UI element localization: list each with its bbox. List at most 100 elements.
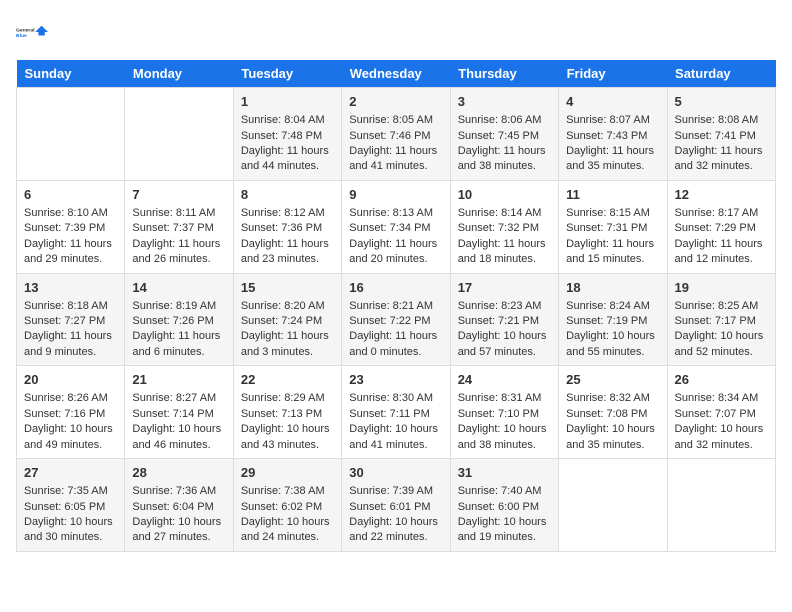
sunset-text: Sunset: 7:21 PM <box>458 314 551 329</box>
sunrise-text: Sunrise: 8:24 AM <box>566 299 659 314</box>
daylight-text: Daylight: 11 hours and 20 minutes. <box>349 237 442 268</box>
calendar-cell: 5Sunrise: 8:08 AMSunset: 7:41 PMDaylight… <box>667 88 775 181</box>
calendar-cell: 19Sunrise: 8:25 AMSunset: 7:17 PMDayligh… <box>667 273 775 366</box>
daylight-text: Daylight: 10 hours and 43 minutes. <box>241 422 334 453</box>
sunset-text: Sunset: 7:13 PM <box>241 407 334 422</box>
day-number: 9 <box>349 186 442 204</box>
calendar-cell: 9Sunrise: 8:13 AMSunset: 7:34 PMDaylight… <box>342 180 450 273</box>
calendar-cell: 16Sunrise: 8:21 AMSunset: 7:22 PMDayligh… <box>342 273 450 366</box>
daylight-text: Daylight: 10 hours and 55 minutes. <box>566 329 659 360</box>
week-row-1: 1Sunrise: 8:04 AMSunset: 7:48 PMDaylight… <box>17 88 776 181</box>
calendar-cell: 6Sunrise: 8:10 AMSunset: 7:39 PMDaylight… <box>17 180 125 273</box>
daylight-text: Daylight: 10 hours and 24 minutes. <box>241 515 334 546</box>
calendar-cell <box>125 88 233 181</box>
daylight-text: Daylight: 10 hours and 57 minutes. <box>458 329 551 360</box>
day-number: 29 <box>241 464 334 482</box>
sunset-text: Sunset: 7:48 PM <box>241 129 334 144</box>
sunrise-text: Sunrise: 8:04 AM <box>241 113 334 128</box>
sunset-text: Sunset: 7:19 PM <box>566 314 659 329</box>
day-number: 18 <box>566 279 659 297</box>
sunrise-text: Sunrise: 8:13 AM <box>349 206 442 221</box>
daylight-text: Daylight: 11 hours and 41 minutes. <box>349 144 442 175</box>
daylight-text: Daylight: 11 hours and 0 minutes. <box>349 329 442 360</box>
calendar-cell: 13Sunrise: 8:18 AMSunset: 7:27 PMDayligh… <box>17 273 125 366</box>
sunrise-text: Sunrise: 8:18 AM <box>24 299 117 314</box>
sunrise-text: Sunrise: 8:17 AM <box>675 206 768 221</box>
sunset-text: Sunset: 7:10 PM <box>458 407 551 422</box>
week-row-3: 13 Sunrise: 8:18 AMSunset: 7:27 PM Dayligh… <box>17 273 776 366</box>
daylight-text: Daylight: 11 hours and 6 minutes. <box>132 329 225 360</box>
day-number: 13 <box>24 279 117 297</box>
daylight-text: Daylight: 11 hours and 15 minutes. <box>566 237 659 268</box>
calendar-cell: 21Sunrise: 8:27 AMSunset: 7:14 PMDayligh… <box>125 366 233 459</box>
calendar-cell: 7Sunrise: 8:11 AMSunset: 7:37 PMDaylight… <box>125 180 233 273</box>
day-number: 7 <box>132 186 225 204</box>
calendar-cell: 23Sunrise: 8:30 AMSunset: 7:11 PMDayligh… <box>342 366 450 459</box>
sunrise-text: Sunrise: 8:30 AM <box>349 391 442 406</box>
day-number: 12 <box>675 186 768 204</box>
day-number: 14 <box>132 279 225 297</box>
logo-icon: General Blue <box>16 16 48 48</box>
sunrise-text: Sunrise: 8:26 AM <box>24 391 117 406</box>
daylight-text: Daylight: 11 hours and 26 minutes. <box>132 237 225 268</box>
daylight-text: Daylight: 11 hours and 12 minutes. <box>675 237 768 268</box>
sunrise-text: Sunrise: 7:36 AM <box>132 484 225 499</box>
calendar-cell: 27Sunrise: 7:35 AMSunset: 6:05 PMDayligh… <box>17 459 125 552</box>
calendar-cell: 25Sunrise: 8:32 AMSunset: 7:08 PMDayligh… <box>559 366 667 459</box>
header-row: SundayMondayTuesdayWednesdayThursdayFrid… <box>17 60 776 88</box>
sunset-text: Sunset: 7:32 PM <box>458 221 551 236</box>
sunrise-text: Sunrise: 8:08 AM <box>675 113 768 128</box>
calendar-cell: 18 Sunrise: 8:24 AMSunset: 7:19 PMDayligh… <box>559 273 667 366</box>
sunset-text: Sunset: 6:05 PM <box>24 500 117 515</box>
calendar-cell <box>17 88 125 181</box>
sunset-text: Sunset: 7:46 PM <box>349 129 442 144</box>
sunset-text: Sunset: 7:22 PM <box>349 314 442 329</box>
daylight-text: Daylight: 11 hours and 44 minutes. <box>241 144 334 175</box>
daylight-text: Daylight: 10 hours and 52 minutes. <box>675 329 768 360</box>
week-row-4: 20Sunrise: 8:26 AMSunset: 7:16 PMDayligh… <box>17 366 776 459</box>
calendar-cell <box>559 459 667 552</box>
sunrise-text: Sunrise: 8:20 AM <box>241 299 334 314</box>
sunrise-text: Sunrise: 7:39 AM <box>349 484 442 499</box>
header-day-sunday: Sunday <box>17 60 125 88</box>
calendar-cell: 4Sunrise: 8:07 AMSunset: 7:43 PMDaylight… <box>559 88 667 181</box>
day-number: 24 <box>458 371 551 389</box>
daylight-text: Daylight: 10 hours and 41 minutes. <box>349 422 442 453</box>
daylight-text: Daylight: 10 hours and 49 minutes. <box>24 422 117 453</box>
logo: General Blue <box>16 16 48 48</box>
day-number: 1 <box>241 93 334 111</box>
day-number: 2 <box>349 93 442 111</box>
sunset-text: Sunset: 7:45 PM <box>458 129 551 144</box>
sunset-text: Sunset: 7:27 PM <box>24 314 117 329</box>
daylight-text: Daylight: 10 hours and 32 minutes. <box>675 422 768 453</box>
calendar-cell: 24Sunrise: 8:31 AMSunset: 7:10 PMDayligh… <box>450 366 558 459</box>
sunset-text: Sunset: 7:16 PM <box>24 407 117 422</box>
header-day-wednesday: Wednesday <box>342 60 450 88</box>
sunrise-text: Sunrise: 8:31 AM <box>458 391 551 406</box>
daylight-text: Daylight: 11 hours and 3 minutes. <box>241 329 334 360</box>
calendar-cell: 15Sunrise: 8:20 AMSunset: 7:24 PMDayligh… <box>233 273 341 366</box>
day-number: 17 <box>458 279 551 297</box>
sunrise-text: Sunrise: 8:34 AM <box>675 391 768 406</box>
sunrise-text: Sunrise: 8:05 AM <box>349 113 442 128</box>
daylight-text: Daylight: 10 hours and 46 minutes. <box>132 422 225 453</box>
daylight-text: Daylight: 10 hours and 27 minutes. <box>132 515 225 546</box>
sunrise-text: Sunrise: 8:25 AM <box>675 299 768 314</box>
calendar-cell: 26Sunrise: 8:34 AMSunset: 7:07 PMDayligh… <box>667 366 775 459</box>
sunrise-text: Sunrise: 8:19 AM <box>132 299 225 314</box>
daylight-text: Daylight: 10 hours and 22 minutes. <box>349 515 442 546</box>
sunset-text: Sunset: 6:00 PM <box>458 500 551 515</box>
daylight-text: Daylight: 10 hours and 35 minutes. <box>566 422 659 453</box>
sunrise-text: Sunrise: 8:21 AM <box>349 299 442 314</box>
sunset-text: Sunset: 7:29 PM <box>675 221 768 236</box>
sunset-text: Sunset: 7:36 PM <box>241 221 334 236</box>
day-number: 4 <box>566 93 659 111</box>
daylight-text: Daylight: 10 hours and 30 minutes. <box>24 515 117 546</box>
calendar-cell: 20Sunrise: 8:26 AMSunset: 7:16 PMDayligh… <box>17 366 125 459</box>
sunrise-text: Sunrise: 8:32 AM <box>566 391 659 406</box>
calendar-cell: 2 Sunrise: 8:05 AMSunset: 7:46 PMDaylight… <box>342 88 450 181</box>
week-row-5: 27Sunrise: 7:35 AMSunset: 6:05 PMDayligh… <box>17 459 776 552</box>
sunset-text: Sunset: 7:26 PM <box>132 314 225 329</box>
sunset-text: Sunset: 6:01 PM <box>349 500 442 515</box>
calendar-cell: 14 Sunrise: 8:19 AMSunset: 7:26 PMDayligh… <box>125 273 233 366</box>
